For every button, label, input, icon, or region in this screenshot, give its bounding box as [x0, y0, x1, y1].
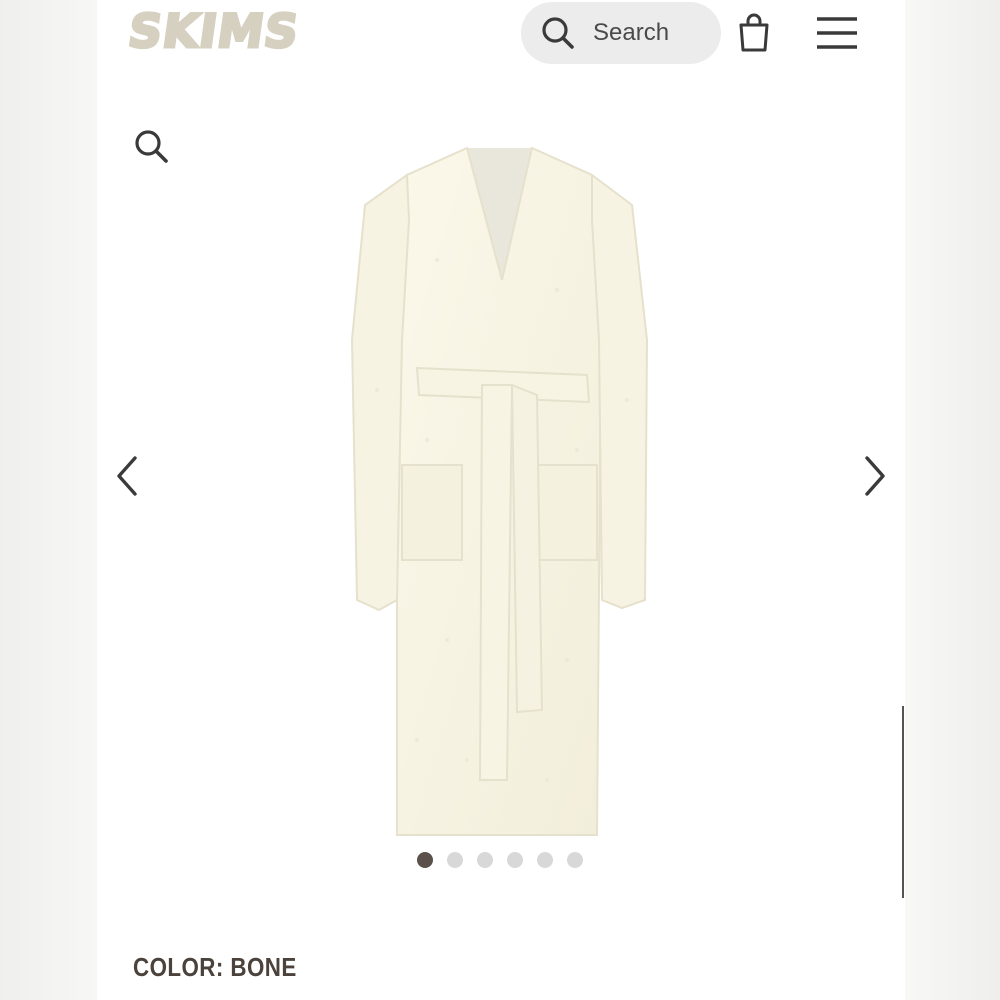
zoom-icon[interactable]	[133, 128, 171, 166]
carousel-dot[interactable]	[537, 852, 553, 868]
search-icon	[542, 17, 574, 49]
carousel-dot[interactable]	[477, 852, 493, 868]
background-left	[0, 0, 97, 1000]
hamburger-menu-icon[interactable]	[815, 16, 859, 50]
brand-logo[interactable]: SKIMS	[124, 3, 304, 60]
carousel-dot[interactable]	[447, 852, 463, 868]
shopping-bag-icon[interactable]	[737, 12, 771, 54]
background-right	[905, 0, 1000, 1000]
carousel-dot[interactable]	[417, 852, 433, 868]
search-bar[interactable]: Search	[521, 2, 721, 64]
app-screen: SKIMS Search COLOR: BONE	[97, 0, 905, 1000]
product-image[interactable]	[347, 140, 657, 840]
header: SKIMS Search	[97, 0, 905, 70]
scrollbar[interactable]	[902, 706, 904, 898]
search-placeholder: Search	[593, 19, 670, 46]
carousel-pagination	[417, 852, 583, 868]
color-label: COLOR: BONE	[133, 952, 297, 982]
chevron-right-icon[interactable]	[859, 454, 891, 498]
chevron-left-icon[interactable]	[111, 454, 143, 498]
carousel-dot[interactable]	[567, 852, 583, 868]
carousel-dot[interactable]	[507, 852, 523, 868]
